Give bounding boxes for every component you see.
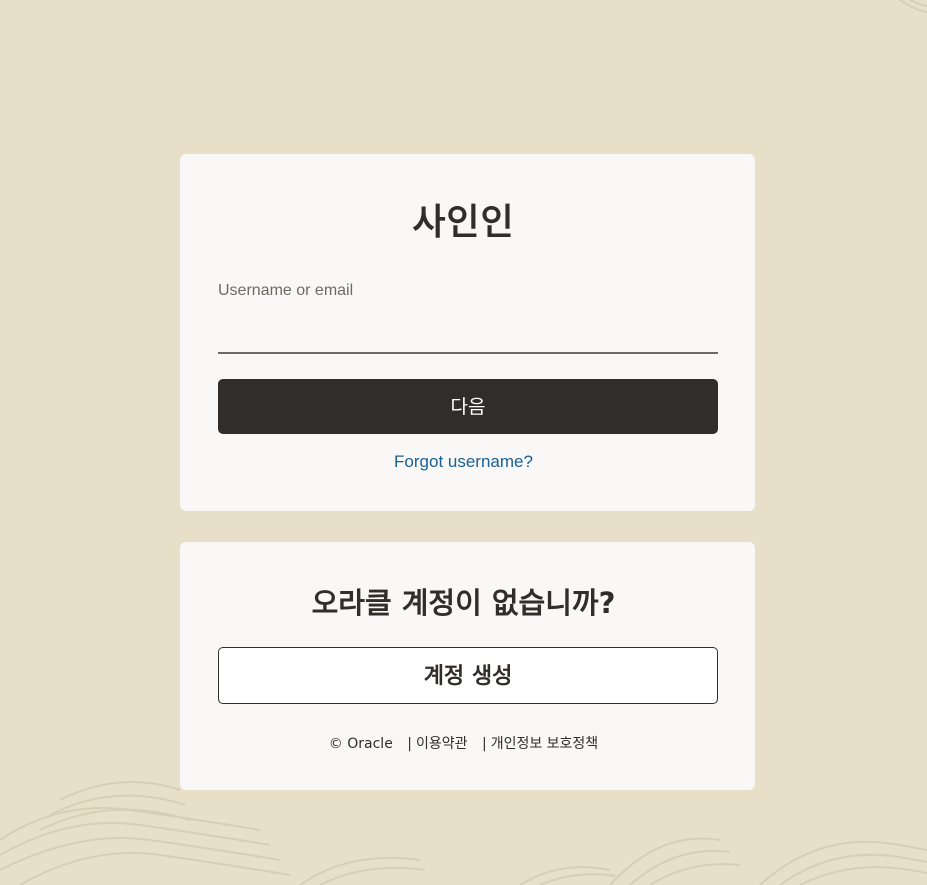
forgot-username-row: Forgot username? [0, 452, 927, 472]
footer-separator: | [481, 736, 487, 752]
forgot-username-link[interactable]: Forgot username? [394, 452, 533, 471]
signin-title: 사인인 [412, 202, 515, 243]
copyright-text: © Oracle [328, 736, 393, 752]
username-input[interactable] [218, 310, 718, 354]
footer: © Oracle | 이용약관 | 개인정보 보호정책 [0, 733, 927, 753]
create-account-button[interactable]: 계정 생성 [218, 647, 718, 704]
footer-separator: | [407, 736, 412, 752]
username-label: Username or email [218, 282, 354, 299]
terms-link[interactable]: 이용약관 [416, 736, 468, 752]
privacy-link[interactable]: 개인정보 보호정책 [491, 736, 599, 752]
next-button[interactable]: 다음 [218, 379, 718, 434]
create-account-title: 오라클 계정이 없습니까? [311, 586, 616, 620]
